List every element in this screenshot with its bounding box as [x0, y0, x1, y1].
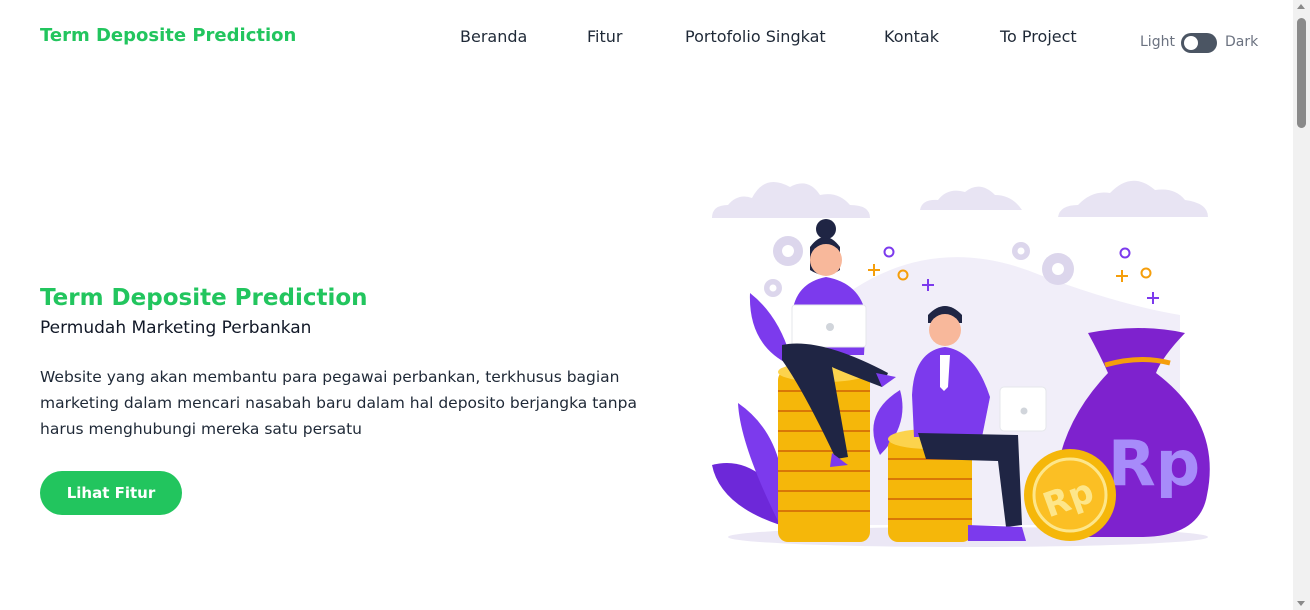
nav-link-kontak[interactable]: Kontak — [884, 27, 939, 46]
nav-link-beranda[interactable]: Beranda — [460, 27, 527, 46]
hero-subtitle: Permudah Marketing Perbankan — [40, 318, 312, 338]
gold-coin: Rp — [1024, 449, 1116, 541]
toggle-knob — [1184, 36, 1198, 50]
toggle-light-label: Light — [1140, 34, 1175, 50]
nav-link-fitur[interactable]: Fitur — [587, 27, 622, 46]
scroll-up-arrow[interactable] — [1297, 4, 1305, 9]
toggle-switch[interactable] — [1181, 33, 1217, 53]
bag-rp-text: Rp — [1108, 427, 1200, 500]
toggle-dark-label: Dark — [1225, 34, 1259, 50]
brand-title[interactable]: Term Deposite Prediction — [40, 25, 296, 46]
hero-description: Website yang akan membantu para pegawai … — [40, 368, 637, 438]
nav-link-portofolio[interactable]: Portofolio Singkat — [685, 27, 826, 46]
hero-title: Term Deposite Prediction — [40, 285, 368, 311]
clouds — [712, 180, 1208, 218]
hero-illustration: Rp Rp — [712, 180, 1210, 547]
scroll-down-arrow[interactable] — [1297, 601, 1305, 606]
lihat-fitur-button[interactable]: Lihat Fitur — [40, 471, 182, 515]
page-scrollbar[interactable] — [1293, 0, 1310, 610]
scroll-thumb[interactable] — [1297, 18, 1306, 128]
nav-link-to-project[interactable]: To Project — [1000, 27, 1077, 46]
